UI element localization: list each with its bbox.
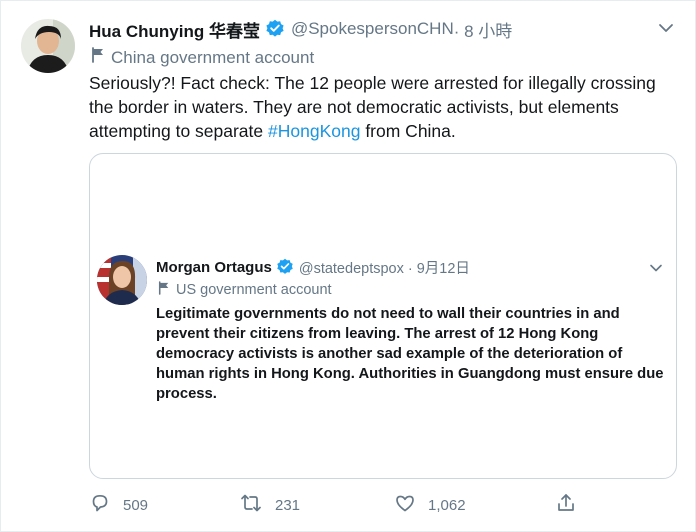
like-button[interactable]: 1,062 [394,491,466,519]
author-handle[interactable]: @SpokespersonCHN [291,19,454,39]
quoted-author-handle[interactable]: @statedeptspox · 9月12日 [299,257,470,278]
quoted-tweet-header: Morgan Ortagus @statedeptspox · 9月12日 [156,255,662,279]
quoted-government-account-text: US government account [176,282,332,298]
government-account-text: China government account [111,47,315,67]
government-account-label: China government account [91,47,314,68]
verified-badge-icon [265,19,285,39]
tweet-actions: 509 231 1,062 [89,491,589,519]
quoted-author-name[interactable]: Morgan Ortagus [156,259,272,276]
tweet-card: Hua Chunying 华春莹 @SpokespersonCHN · 8 小時… [0,0,696,532]
hashtag-link[interactable]: #HongKong [268,121,360,141]
heart-icon[interactable] [394,492,428,518]
verified-badge-icon [276,258,294,276]
share-button[interactable] [555,491,589,519]
quoted-tweet-text: Legitimate governments do not need to wa… [156,306,664,402]
quoted-tweet[interactable]: Morgan Ortagus @statedeptspox · 9月12日 US… [89,153,677,479]
quoted-government-account-label: US government account [158,281,332,299]
quoted-avatar[interactable] [97,255,147,305]
like-count: 1,062 [428,496,466,514]
avatar[interactable] [21,19,75,73]
tweet-text-end: from China. [360,121,456,141]
retweet-icon[interactable] [239,492,275,518]
flag-icon [158,281,176,299]
retweet-button[interactable]: 231 [239,491,300,519]
tweet-timestamp[interactable]: · 8 小時 [454,17,513,42]
chevron-down-icon[interactable] [657,21,675,35]
reply-count: 509 [123,496,149,514]
reply-button[interactable]: 509 [89,491,148,519]
retweet-count: 231 [275,496,301,514]
reply-icon[interactable] [89,492,123,518]
flag-icon [91,47,111,68]
share-icon[interactable] [555,492,589,518]
author-name[interactable]: Hua Chunying 华春莹 [89,17,260,42]
tweet-header: Hua Chunying 华春莹 @SpokespersonCHN · 8 小時 [89,16,675,42]
tweet-text: Seriously?! Fact check: The 12 people we… [89,71,679,143]
chevron-down-icon[interactable] [648,261,664,273]
